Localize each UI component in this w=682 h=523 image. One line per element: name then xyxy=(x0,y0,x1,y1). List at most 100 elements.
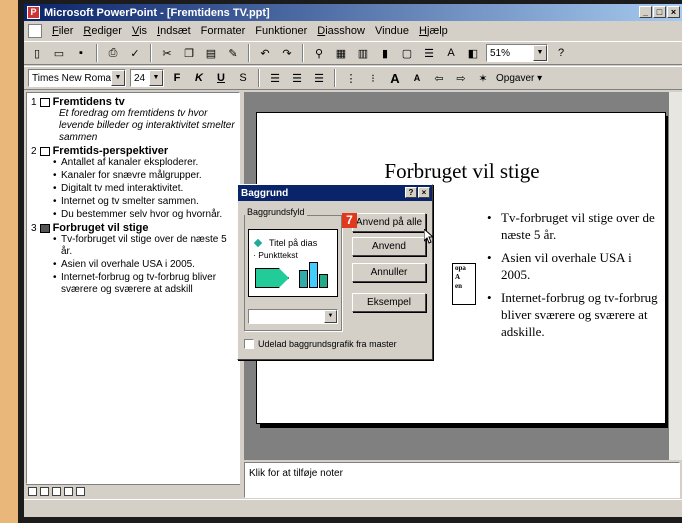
new-slide-icon[interactable]: ▢ xyxy=(398,44,416,62)
cut-icon[interactable]: ✂ xyxy=(158,44,176,62)
show-formatting-icon[interactable]: A xyxy=(442,44,460,62)
design-icon[interactable]: ✶ xyxy=(474,69,492,87)
background-dialog: Baggrund ? × Baggrundsfyld Titel på dias… xyxy=(237,184,434,360)
numbering-icon[interactable]: ⋮ xyxy=(342,69,360,87)
menu-filer[interactable]: Filer xyxy=(52,25,73,37)
outline-slide-1[interactable]: 1 Fremtidens tv xyxy=(31,96,235,108)
title-bar: P Microsoft PowerPoint - [Fremtidens TV.… xyxy=(24,4,682,21)
slide-sorter-icon[interactable] xyxy=(64,487,73,496)
increase-font-icon[interactable]: A xyxy=(386,69,404,87)
outline-slide-number: 3 xyxy=(31,222,37,234)
outline-view-icon[interactable] xyxy=(40,487,49,496)
bar-shape xyxy=(319,274,328,288)
menu-diasshow[interactable]: Diasshow xyxy=(317,25,365,37)
copy-icon[interactable]: ❐ xyxy=(180,44,198,62)
font-name-select[interactable]: Times New Roman ▼ xyxy=(28,69,126,87)
bold-icon[interactable]: F xyxy=(168,69,186,87)
print-icon[interactable]: ⎙ xyxy=(104,44,122,62)
menu-rediger-label: ediger xyxy=(91,25,122,37)
slide-title[interactable]: Forbruget vil stige xyxy=(257,159,667,184)
align-center-icon[interactable]: ☰ xyxy=(288,69,306,87)
menu-vis-label: is xyxy=(139,25,148,37)
cancel-button[interactable]: Annuller xyxy=(352,263,426,282)
close-button[interactable]: × xyxy=(667,6,680,18)
shadow-icon[interactable]: S xyxy=(234,69,252,87)
slide-view-icon[interactable] xyxy=(52,487,61,496)
slideshow-icon[interactable] xyxy=(76,487,85,496)
undo-icon[interactable]: ↶ xyxy=(256,44,274,62)
menu-hjaelp[interactable]: Hjælp xyxy=(419,25,448,37)
format-painter-icon[interactable]: ✎ xyxy=(224,44,242,62)
zoom-select[interactable]: 51% ▼ xyxy=(486,44,548,62)
bar-shape xyxy=(299,270,308,288)
italic-icon[interactable]: K xyxy=(190,69,208,87)
new-icon[interactable]: ▯ xyxy=(28,44,46,62)
outline-pane[interactable]: 1 Fremtidens tv Et foredrag om fremtiden… xyxy=(26,92,240,484)
open-icon[interactable]: ▭ xyxy=(50,44,68,62)
align-left-icon[interactable]: ☰ xyxy=(266,69,284,87)
decrease-font-icon[interactable]: A xyxy=(408,69,426,87)
dialog-title-bar: Baggrund ? × xyxy=(238,185,432,201)
minimize-button[interactable]: _ xyxy=(639,6,652,18)
menu-formater[interactable]: Formater xyxy=(201,25,246,37)
underline-icon[interactable]: U xyxy=(212,69,230,87)
toolbar-separator xyxy=(302,44,304,62)
expand-all-icon[interactable]: ☰ xyxy=(420,44,438,62)
cancel-label: Annuller xyxy=(370,267,408,278)
demote-icon[interactable]: ⇨ xyxy=(452,69,470,87)
columns-icon[interactable]: ▥ xyxy=(354,44,372,62)
menu-filer-label: iler xyxy=(58,25,74,37)
toolbar-separator xyxy=(248,44,250,62)
vertical-scrollbar[interactable] xyxy=(668,92,682,460)
slide-body[interactable]: Tv-forbruget vil stige over de næste 5 å… xyxy=(487,209,663,346)
standard-toolbar: ▯ ▭ ▪ ⎙ ✓ ✂ ❐ ▤ ✎ ↶ ↷ ⚲ ▦ ▥ ▮ ▢ ☰ A ◧ 51… xyxy=(24,41,682,65)
document-icon[interactable] xyxy=(28,24,42,38)
promote-icon[interactable]: ⇦ xyxy=(430,69,448,87)
tasks-menu[interactable]: Opgaver ▾ xyxy=(496,73,542,84)
menu-funktioner[interactable]: Funktioner xyxy=(255,25,307,37)
status-bar xyxy=(24,499,682,517)
normal-view-icon[interactable] xyxy=(28,487,37,496)
slide-icon xyxy=(39,146,50,156)
slide-placeholder-box[interactable]: opa A en xyxy=(452,263,476,305)
save-icon[interactable]: ▪ xyxy=(72,44,90,62)
apply-all-label: Anvend på alle xyxy=(355,217,423,228)
outline-slide-3[interactable]: 3 Forbruget vil stige xyxy=(31,222,235,234)
redo-icon[interactable]: ↷ xyxy=(278,44,296,62)
chart-icon[interactable]: ▮ xyxy=(376,44,394,62)
menu-indsaet[interactable]: Indsæt xyxy=(157,25,191,37)
preview-button[interactable]: Eksempel xyxy=(352,293,426,312)
hyperlink-icon[interactable]: ⚲ xyxy=(310,44,328,62)
omit-background-graphics-row[interactable]: Udelad baggrundsgrafik fra master xyxy=(244,339,397,349)
omit-background-checkbox[interactable] xyxy=(244,339,254,349)
menu-vis[interactable]: Vis xyxy=(132,25,147,37)
apply-label: Anvend xyxy=(372,241,406,252)
spelling-icon[interactable]: ✓ xyxy=(126,44,144,62)
dialog-close-button[interactable]: × xyxy=(418,187,430,198)
align-right-icon[interactable]: ☰ xyxy=(310,69,328,87)
notes-pane[interactable]: Klik for at tilføje noter xyxy=(244,462,680,498)
menu-vis-key: V xyxy=(131,25,140,37)
fill-color-select[interactable]: ▼ xyxy=(248,309,338,324)
paste-icon[interactable]: ▤ xyxy=(202,44,220,62)
table-icon[interactable]: ▦ xyxy=(332,44,350,62)
bullets-icon[interactable]: ⁝ xyxy=(364,69,382,87)
font-size-value: 24 xyxy=(134,72,146,84)
outline-slide-title: Forbruget vil stige xyxy=(52,222,149,234)
maximize-button[interactable]: □ xyxy=(653,6,666,18)
chevron-down-icon: ▼ xyxy=(533,45,547,61)
outline-bullet: Asien vil overhale USA i 2005. xyxy=(31,259,235,271)
dialog-title: Baggrund xyxy=(241,187,289,199)
menu-rediger[interactable]: Rediger xyxy=(83,25,122,37)
help-icon[interactable]: ? xyxy=(552,44,570,62)
apply-button[interactable]: Anvend xyxy=(352,237,426,256)
menu-vindue[interactable]: Vindue xyxy=(375,25,409,37)
outline-slide-2[interactable]: 2 Fremtids-perspektiver xyxy=(31,145,235,157)
preview-label: Eksempel xyxy=(367,297,411,308)
help-button[interactable]: ? xyxy=(405,187,417,198)
slide-bullet: Internet-forbrug og tv-forbrug bliver sv… xyxy=(487,289,663,340)
font-size-select[interactable]: 24 ▼ xyxy=(130,69,164,87)
outline-bullet: Digitalt tv med interaktivitet. xyxy=(31,183,235,195)
apply-all-button[interactable]: Anvend på alle xyxy=(352,213,426,232)
grayscale-icon[interactable]: ◧ xyxy=(464,44,482,62)
